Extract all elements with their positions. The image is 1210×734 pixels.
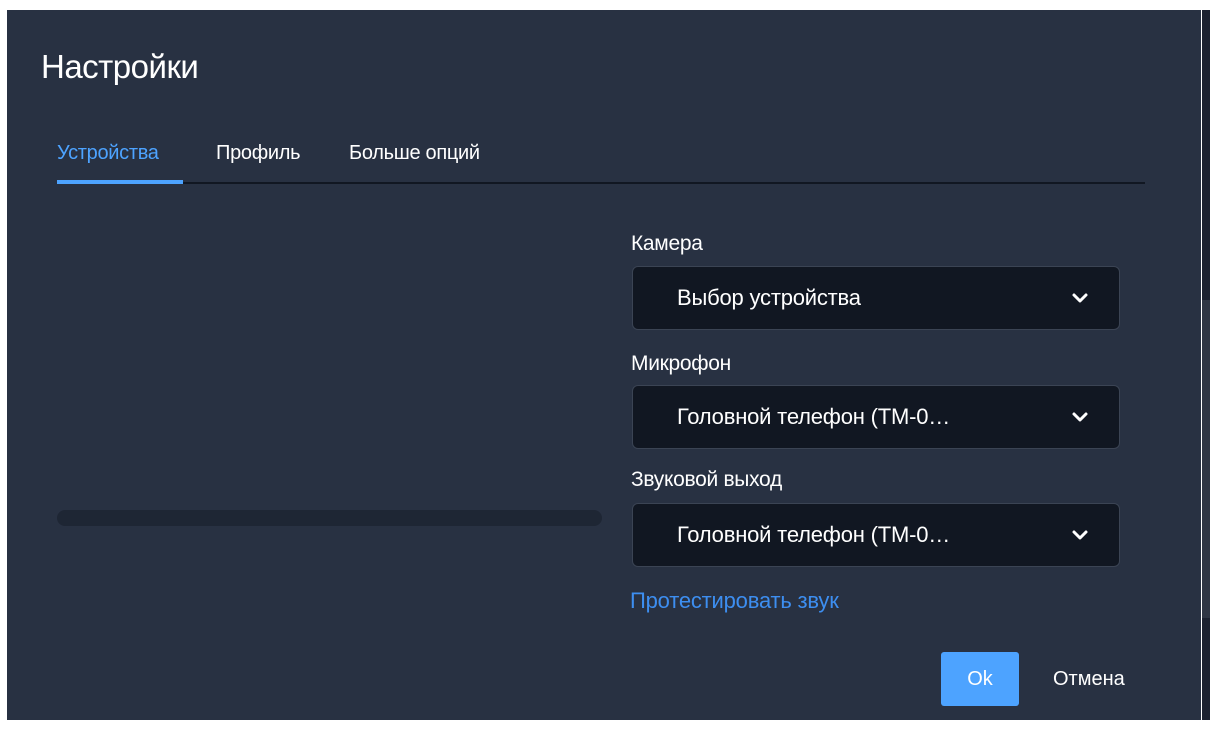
audio-output-select[interactable]: Головной телефон (ТМ-0…	[632, 503, 1120, 567]
chevron-down-icon	[1072, 293, 1088, 303]
dialog-title: Настройки	[41, 48, 199, 85]
chevron-down-icon	[1072, 412, 1088, 422]
background-scrollbar[interactable]	[1202, 10, 1210, 720]
ok-button[interactable]: Ok	[941, 652, 1019, 706]
audio-output-select-value: Головной телефон (ТМ-0…	[677, 522, 951, 547]
tab-bar: Устройства Профиль Больше опций	[57, 142, 1145, 184]
tab-profile[interactable]: Профиль	[216, 142, 301, 180]
scrollbar-thumb[interactable]	[1202, 300, 1210, 618]
microphone-select-value: Головной телефон (ТМ-0…	[677, 404, 951, 429]
test-sound-link[interactable]: Протестировать звук	[630, 588, 839, 614]
audio-level-bar	[57, 510, 602, 526]
tab-more-options[interactable]: Больше опций	[349, 142, 480, 180]
tab-devices[interactable]: Устройства	[57, 142, 183, 184]
camera-select[interactable]: Выбор устройства	[632, 266, 1120, 330]
camera-label: Камера	[631, 232, 703, 255]
cancel-button[interactable]: Отмена	[1043, 652, 1153, 706]
settings-dialog: Настройки Устройства Профиль Больше опци…	[7, 10, 1201, 720]
microphone-select[interactable]: Головной телефон (ТМ-0…	[632, 385, 1120, 449]
audio-output-label: Звуковой выход	[631, 468, 782, 491]
camera-select-value: Выбор устройства	[677, 285, 861, 310]
chevron-down-icon	[1072, 530, 1088, 540]
microphone-label: Микрофон	[631, 352, 731, 375]
